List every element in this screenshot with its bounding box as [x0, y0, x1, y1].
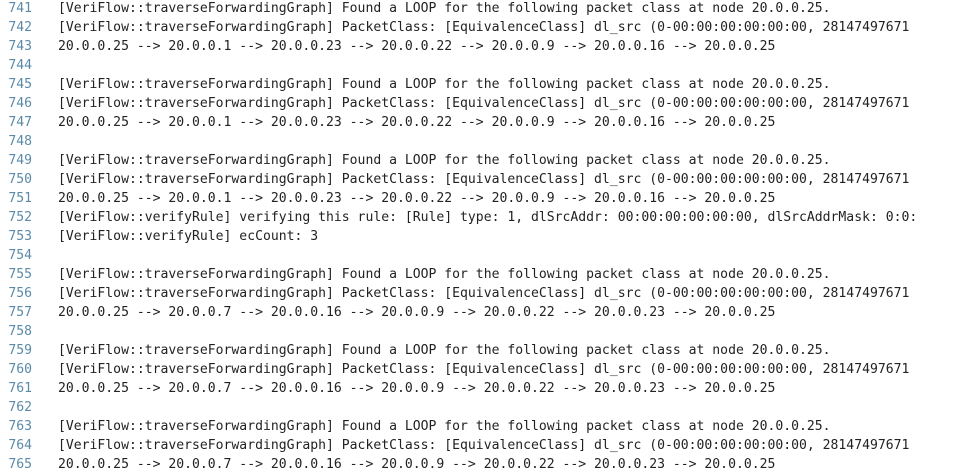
log-text: 20.0.0.25 --> 20.0.0.1 --> 20.0.0.23 -->…	[58, 115, 776, 130]
log-line[interactable]: 744	[0, 56, 971, 75]
line-number: 755	[8, 267, 32, 282]
log-line[interactable]: 751 20.0.0.25 --> 20.0.0.1 --> 20.0.0.23 …	[0, 189, 971, 208]
line-number: 747	[8, 115, 32, 130]
log-line[interactable]: 757 20.0.0.25 --> 20.0.0.7 --> 20.0.0.16 …	[0, 303, 971, 322]
log-line[interactable]: 743 20.0.0.25 --> 20.0.0.1 --> 20.0.0.23 …	[0, 37, 971, 56]
line-number: 748	[8, 134, 32, 149]
line-number: 754	[8, 248, 32, 263]
line-number: 761	[8, 381, 32, 396]
log-text: [VeriFlow::traverseForwardingGraph] Pack…	[58, 172, 910, 187]
log-line[interactable]: 765 20.0.0.25 --> 20.0.0.7 --> 20.0.0.16 …	[0, 455, 971, 474]
line-number: 756	[8, 286, 32, 301]
log-line[interactable]: 756 [VeriFlow::traverseForwardingGraph] P…	[0, 284, 971, 303]
log-text: [VeriFlow::traverseForwardingGraph] Pack…	[58, 438, 910, 453]
log-viewer[interactable]: 741[VeriFlow::traverseForwardingGraph] F…	[0, 0, 971, 476]
log-text: 20.0.0.25 --> 20.0.0.7 --> 20.0.0.16 -->…	[58, 457, 776, 472]
log-text: [VeriFlow::traverseForwardingGraph] Pack…	[58, 96, 910, 111]
line-number: 741	[8, 1, 32, 16]
log-text: 20.0.0.25 --> 20.0.0.7 --> 20.0.0.16 -->…	[58, 381, 776, 396]
log-text: [VeriFlow::traverseForwardingGraph] Pack…	[58, 362, 910, 377]
log-line[interactable]: 754	[0, 246, 971, 265]
log-text: [VeriFlow::traverseForwardingGraph] Foun…	[58, 419, 831, 434]
log-line[interactable]: 746 [VeriFlow::traverseForwardingGraph] P…	[0, 94, 971, 113]
line-number: 745	[8, 77, 32, 92]
log-text: [VeriFlow::traverseForwardingGraph] Foun…	[58, 153, 831, 168]
log-line[interactable]: 758	[0, 322, 971, 341]
log-line[interactable]: 750 [VeriFlow::traverseForwardingGraph] P…	[0, 170, 971, 189]
line-number: 749	[8, 153, 32, 168]
log-text: [VeriFlow::traverseForwardingGraph] Foun…	[58, 343, 831, 358]
line-number: 765	[8, 457, 32, 472]
log-text: [VeriFlow::traverseForwardingGraph] Pack…	[58, 286, 910, 301]
log-line[interactable]: 760 [VeriFlow::traverseForwardingGraph] P…	[0, 360, 971, 379]
log-line[interactable]: 755 [VeriFlow::traverseForwardingGraph] F…	[0, 265, 971, 284]
line-number: 757	[8, 305, 32, 320]
line-number: 762	[8, 400, 32, 415]
log-text: [VeriFlow::traverseForwardingGraph] Pack…	[58, 20, 910, 35]
line-number: 758	[8, 324, 32, 339]
line-number: 743	[8, 39, 32, 54]
log-text: 20.0.0.25 --> 20.0.0.1 --> 20.0.0.23 -->…	[58, 191, 776, 206]
log-line[interactable]: 764 [VeriFlow::traverseForwardingGraph] P…	[0, 436, 971, 455]
log-line[interactable]: 749 [VeriFlow::traverseForwardingGraph] F…	[0, 151, 971, 170]
log-line[interactable]: 762	[0, 398, 971, 417]
line-number: 742	[8, 20, 32, 35]
line-number: 764	[8, 438, 32, 453]
log-line[interactable]: 759 [VeriFlow::traverseForwardingGraph] F…	[0, 341, 971, 360]
log-line[interactable]: 761 20.0.0.25 --> 20.0.0.7 --> 20.0.0.16 …	[0, 379, 971, 398]
line-number: 752	[8, 210, 32, 225]
line-number: 751	[8, 191, 32, 206]
log-text: [VeriFlow::verifyRule] ecCount: 3	[58, 229, 319, 244]
log-line[interactable]: 747 20.0.0.25 --> 20.0.0.1 --> 20.0.0.23 …	[0, 113, 971, 132]
log-line[interactable]: 745 [VeriFlow::traverseForwardingGraph] F…	[0, 75, 971, 94]
line-number: 744	[8, 58, 32, 73]
log-text: [VeriFlow::verifyRule] verifying this ru…	[58, 210, 918, 225]
line-number: 763	[8, 419, 32, 434]
log-line[interactable]: 753 [VeriFlow::verifyRule] ecCount: 3	[0, 227, 971, 246]
line-number: 759	[8, 343, 32, 358]
log-line[interactable]: 748	[0, 132, 971, 151]
log-text: [VeriFlow::traverseForwardingGraph] Foun…	[58, 1, 831, 16]
log-text: [VeriFlow::traverseForwardingGraph] Foun…	[58, 267, 831, 282]
log-line[interactable]: 763 [VeriFlow::traverseForwardingGraph] F…	[0, 417, 971, 436]
line-number: 753	[8, 229, 32, 244]
line-number: 760	[8, 362, 32, 377]
log-line[interactable]: 742 [VeriFlow::traverseForwardingGraph] P…	[0, 18, 971, 37]
log-text: 20.0.0.25 --> 20.0.0.7 --> 20.0.0.16 -->…	[58, 305, 776, 320]
log-line[interactable]: 741 [VeriFlow::traverseForwardingGraph] F…	[0, 0, 971, 18]
line-number: 750	[8, 172, 32, 187]
line-number: 746	[8, 96, 32, 111]
log-line[interactable]: 752 [VeriFlow::verifyRule] verifying this…	[0, 208, 971, 227]
log-text: [VeriFlow::traverseForwardingGraph] Foun…	[58, 77, 831, 92]
log-text: 20.0.0.25 --> 20.0.0.1 --> 20.0.0.23 -->…	[58, 39, 776, 54]
